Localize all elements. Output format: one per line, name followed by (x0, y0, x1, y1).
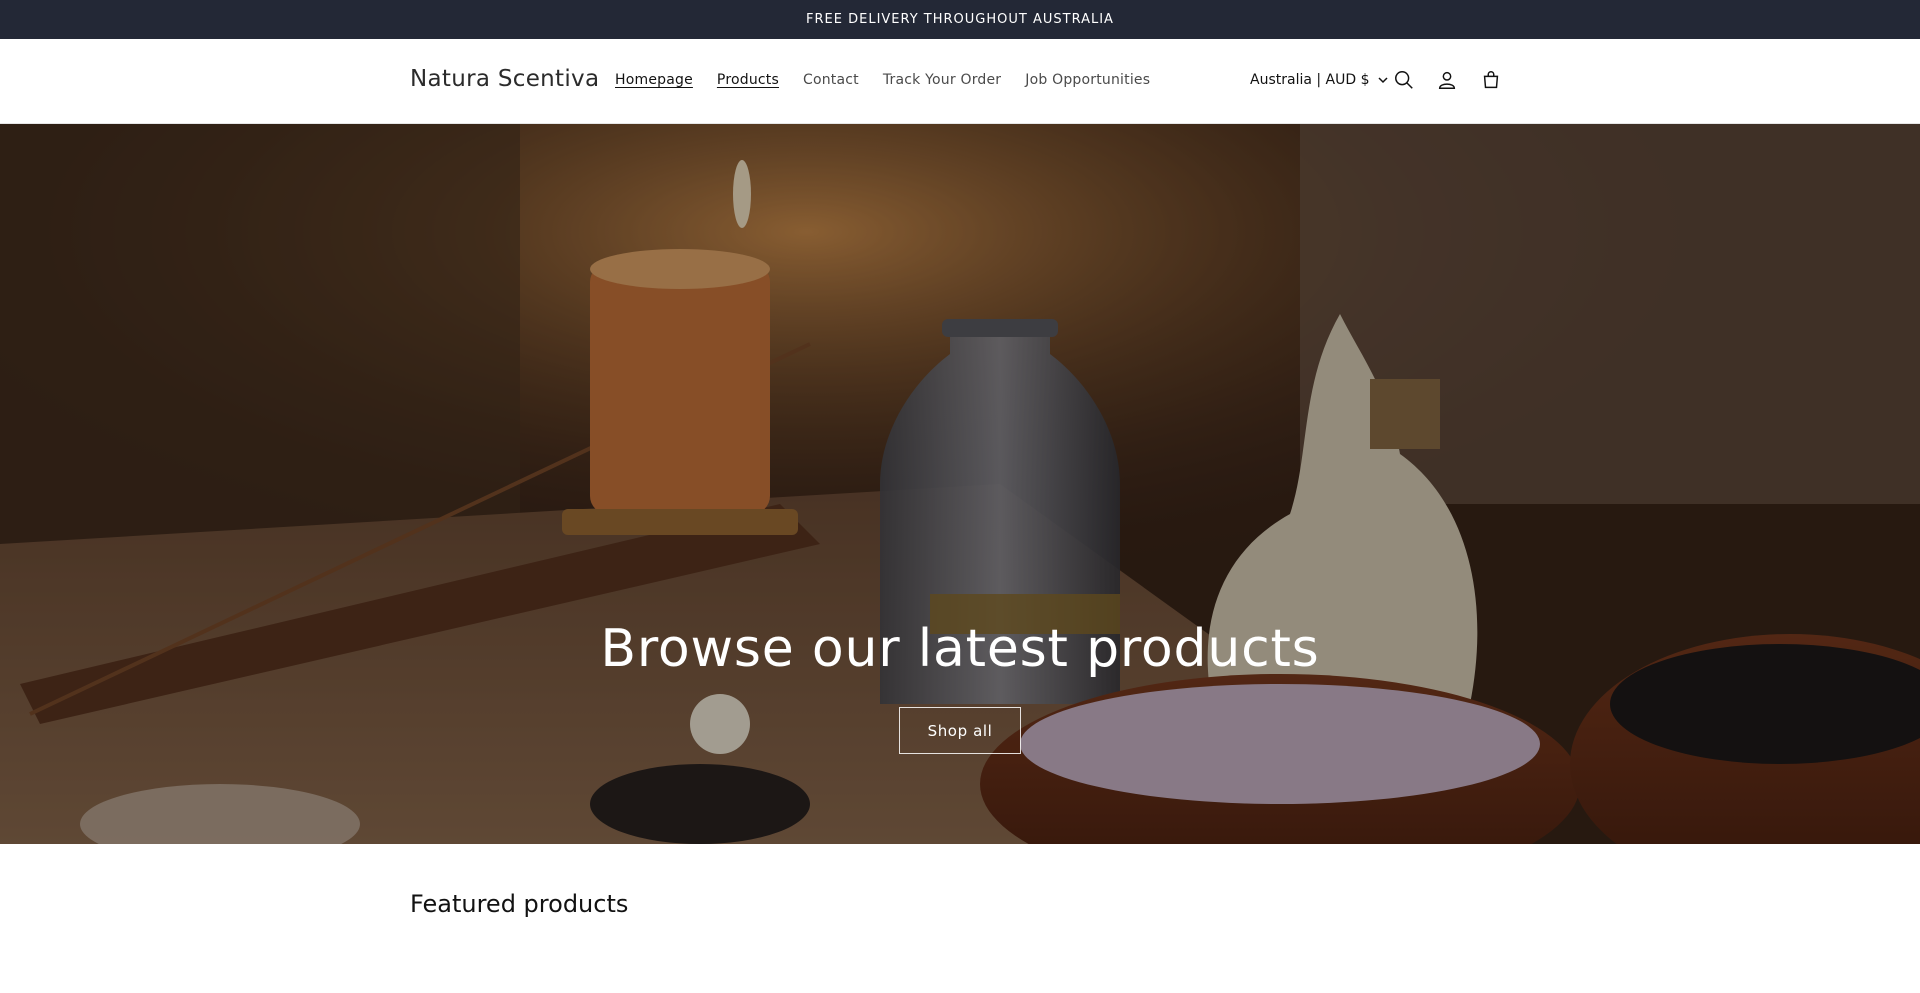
account-icon (1438, 71, 1456, 89)
chevron-down-icon (1377, 77, 1388, 84)
hero-banner: Browse our latest products Shop all (0, 124, 1920, 844)
hero-title: Browse our latest products (600, 619, 1320, 679)
search-button[interactable] (1389, 65, 1419, 95)
country-currency-label: Australia | AUD $ (1250, 72, 1370, 88)
nav-item-homepage[interactable]: Homepage (615, 72, 693, 88)
main-nav: Homepage Products Contact Track Your Ord… (615, 72, 1150, 88)
announcement-text: FREE DELIVERY THROUGHOUT AUSTRALIA (806, 12, 1114, 27)
account-button[interactable] (1432, 65, 1462, 95)
nav-item-job-opportunities[interactable]: Job Opportunities (1025, 72, 1150, 88)
featured-products-heading: Featured products (410, 890, 629, 918)
cart-button[interactable] (1476, 65, 1506, 95)
nav-item-contact[interactable]: Contact (803, 72, 859, 88)
search-icon (1395, 71, 1413, 89)
site-header: Natura Scentiva Homepage Products Contac… (0, 39, 1920, 124)
shop-all-button[interactable]: Shop all (899, 707, 1021, 754)
country-currency-selector[interactable]: Australia | AUD $ (1250, 72, 1389, 88)
store-logo[interactable]: Natura Scentiva (410, 66, 599, 92)
cart-icon (1483, 71, 1499, 89)
nav-item-products[interactable]: Products (717, 72, 779, 88)
nav-item-track-order[interactable]: Track Your Order (883, 72, 1001, 88)
announcement-bar: FREE DELIVERY THROUGHOUT AUSTRALIA (0, 0, 1920, 39)
